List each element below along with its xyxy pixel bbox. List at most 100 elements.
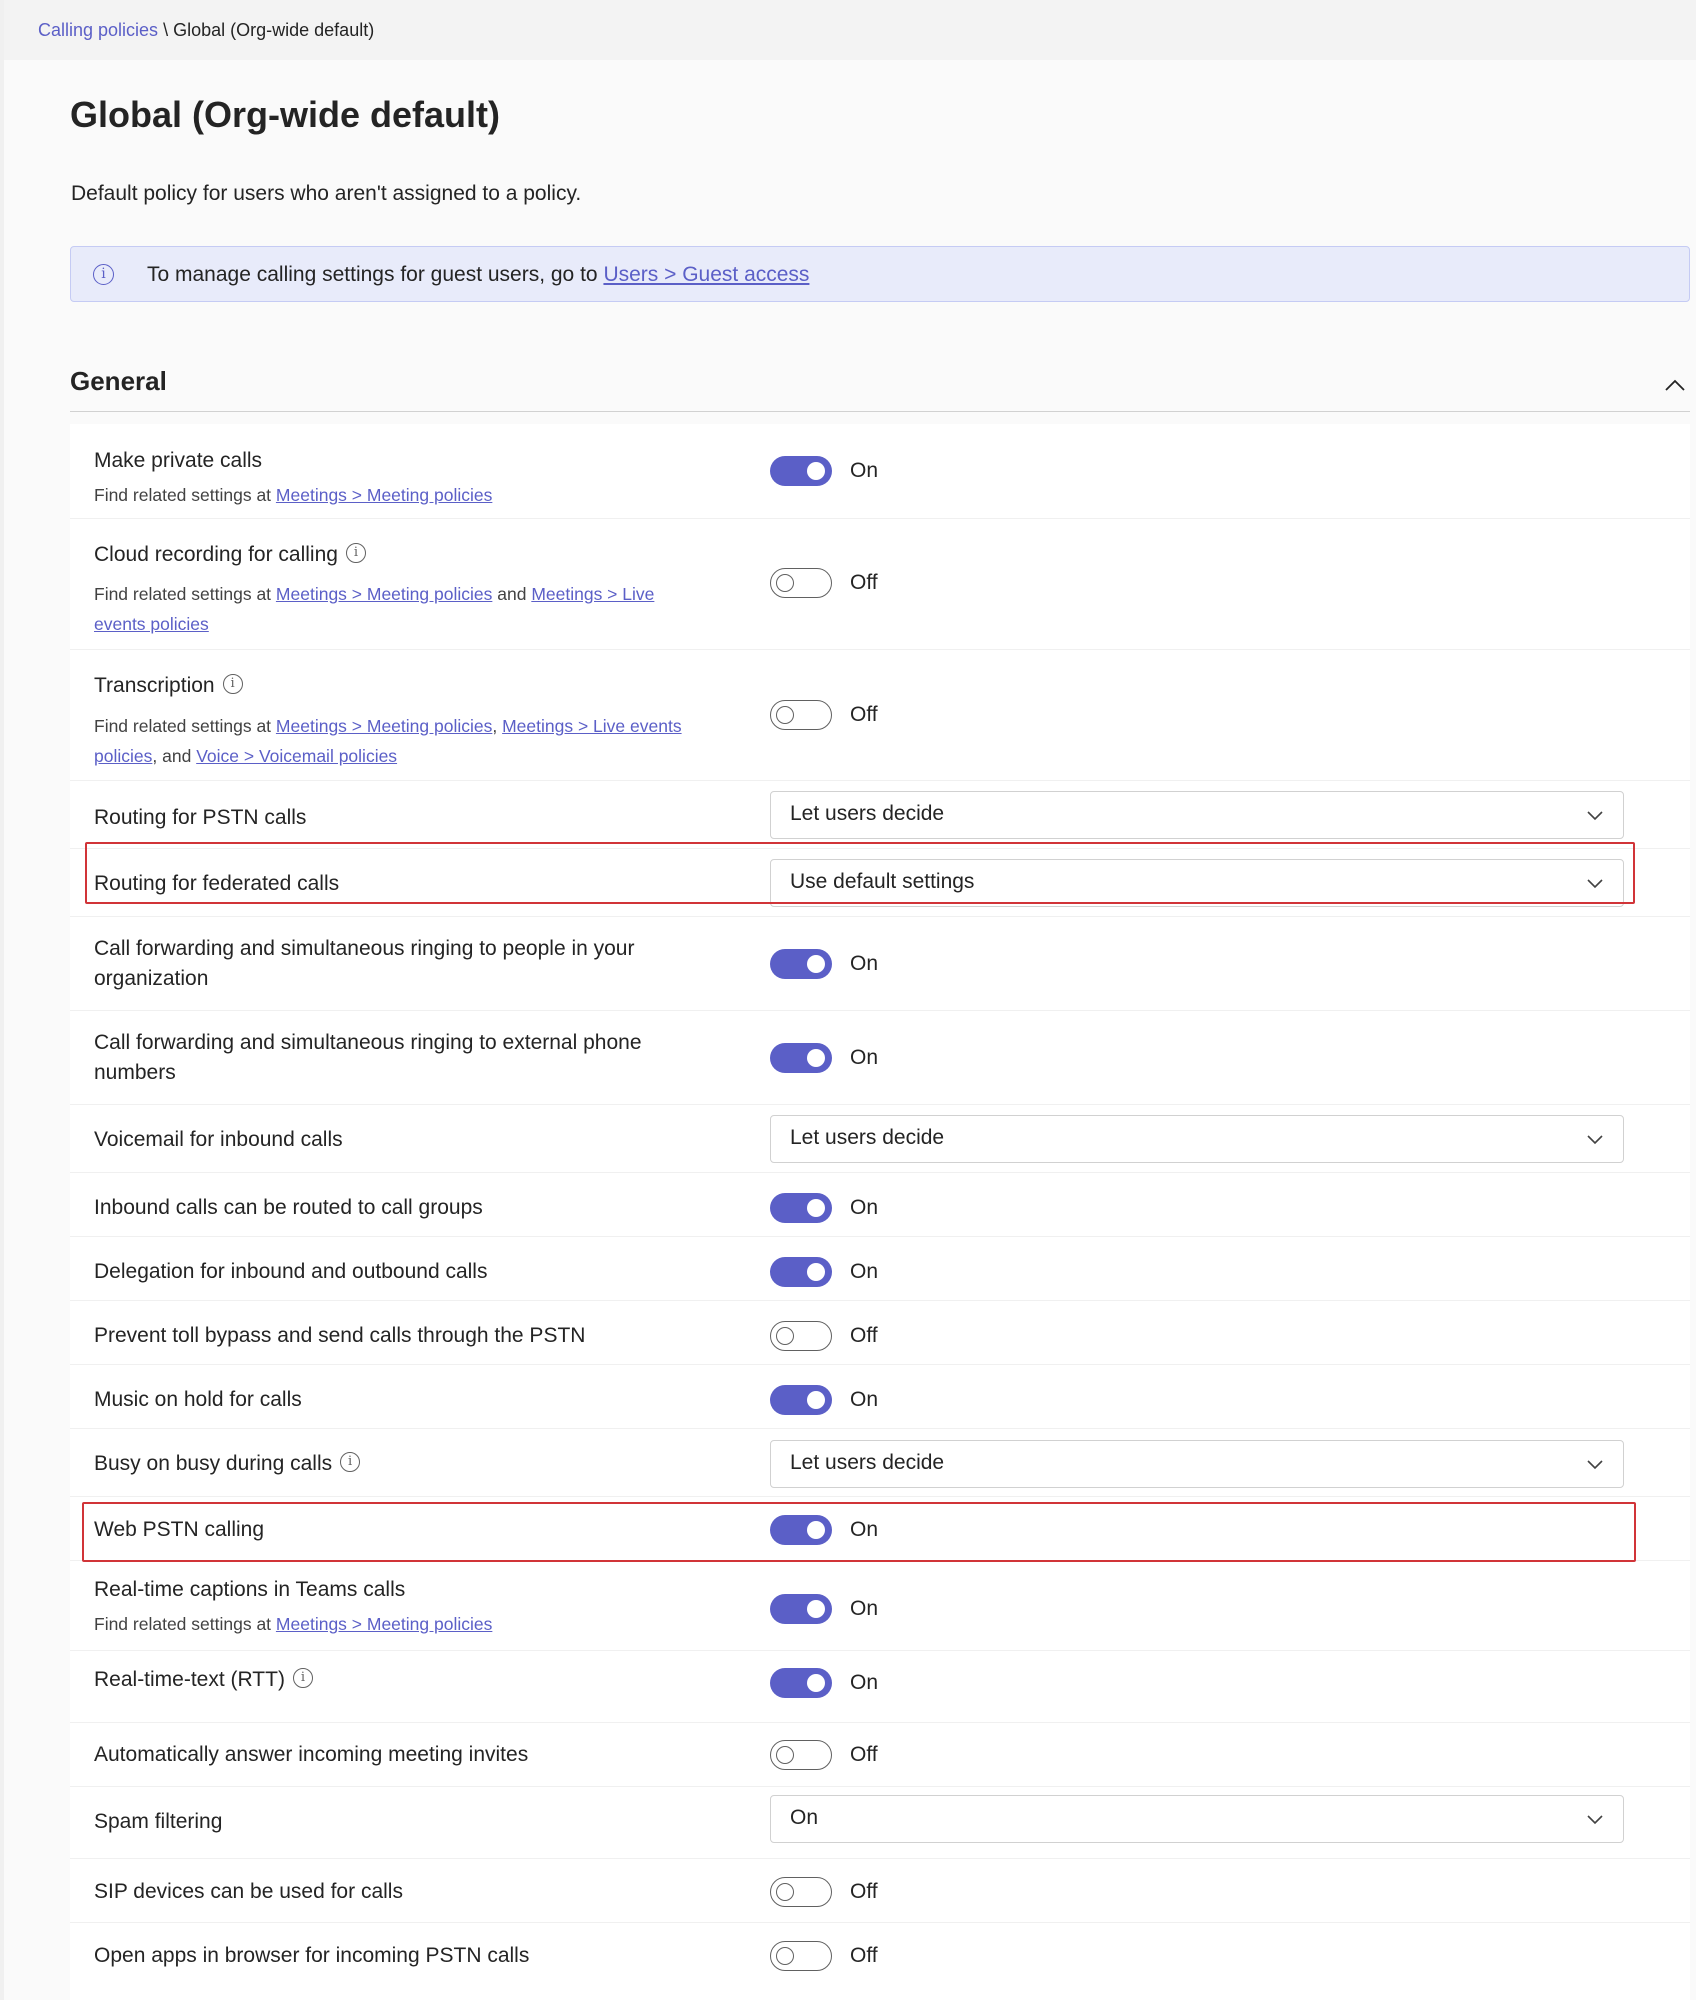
spam-filtering-dropdown[interactable]: On — [770, 1795, 1624, 1843]
music-on-hold-toggle[interactable] — [770, 1385, 832, 1415]
delegation-toggle[interactable] — [770, 1257, 832, 1287]
setting-row-private-calls: Make private calls Find related settings… — [70, 424, 1690, 519]
setting-row-transcription: Transcription i Find related settings at … — [70, 650, 1690, 781]
setting-row-voicemail-inbound: Voicemail for inbound calls Let users de… — [70, 1105, 1690, 1173]
toggle-state: On — [850, 459, 879, 482]
meeting-policies-link[interactable]: Meetings > Meeting policies — [276, 716, 492, 736]
page-description: Default policy for users who aren't assi… — [71, 182, 582, 205]
policy-page: Global (Org-wide default) Default policy… — [4, 60, 1696, 2000]
toggle-state: On — [850, 1260, 879, 1283]
setting-related: Find related settings at Meetings > Meet… — [94, 1614, 493, 1634]
call-groups-toggle[interactable] — [770, 1193, 832, 1223]
dropdown-value: Let users decide — [790, 1126, 945, 1149]
private-calls-toggle[interactable] — [770, 456, 832, 486]
meeting-policies-link[interactable]: Meetings > Meeting policies — [276, 485, 492, 505]
dropdown-value: Let users decide — [790, 802, 945, 825]
breadcrumb-bar: Calling policies \ Global (Org-wide defa… — [4, 0, 1696, 60]
setting-label: Transcription — [94, 674, 215, 697]
info-banner: i To manage calling settings for guest u… — [70, 246, 1690, 302]
page-title: Global (Org-wide default) — [70, 94, 500, 135]
toll-bypass-toggle[interactable] — [770, 1321, 832, 1351]
setting-row-routing-pstn: Routing for PSTN calls Let users decide — [70, 781, 1690, 849]
setting-label: SIP devices can be used for calls — [94, 1880, 403, 1903]
toggle-state: Off — [850, 1880, 878, 1903]
live-events-policies-link-cont[interactable]: events policies — [94, 614, 209, 634]
forwarding-external-toggle[interactable] — [770, 1043, 832, 1073]
meeting-policies-link[interactable]: Meetings > Meeting policies — [276, 1614, 492, 1634]
setting-label: Real-time captions in Teams calls — [94, 1578, 406, 1601]
setting-row-rtt: Real-time-text (RTT) i On — [70, 1651, 1690, 1723]
setting-label: Delegation for inbound and outbound call… — [94, 1260, 488, 1283]
voicemail-inbound-dropdown[interactable]: Let users decide — [770, 1115, 1624, 1163]
setting-label: Inbound calls can be routed to call grou… — [94, 1196, 483, 1219]
info-icon[interactable]: i — [292, 1668, 313, 1689]
section-title-general: General — [70, 366, 167, 396]
voicemail-policies-link[interactable]: Voice > Voicemail policies — [196, 746, 397, 766]
breadcrumb-current: Global (Org-wide default) — [173, 20, 375, 40]
general-settings-card: Make private calls Find related settings… — [70, 424, 1690, 2000]
setting-related: Find related settings at Meetings > Meet… — [94, 716, 682, 766]
auto-answer-toggle[interactable] — [770, 1740, 832, 1770]
setting-row-busy-on-busy: Busy on busy during calls i Let users dec… — [70, 1429, 1690, 1497]
setting-label: Spam filtering — [94, 1810, 223, 1833]
toggle-state: Off — [850, 1324, 878, 1347]
setting-row-toll-bypass: Prevent toll bypass and send calls throu… — [70, 1301, 1690, 1365]
toggle-state: On — [850, 1388, 879, 1411]
setting-row-call-groups: Inbound calls can be routed to call grou… — [70, 1173, 1690, 1237]
breadcrumb-calling-policies-link[interactable]: Calling policies — [38, 20, 158, 40]
setting-label: Open apps in browser for incoming PSTN c… — [94, 1944, 530, 1967]
dropdown-value: Let users decide — [790, 1451, 945, 1474]
routing-pstn-dropdown[interactable]: Let users decide — [770, 791, 1624, 839]
setting-label: Call forwarding and simultaneous ringing… — [94, 937, 635, 990]
breadcrumb: Calling policies \ Global (Org-wide defa… — [38, 20, 374, 41]
setting-row-open-apps: Open apps in browser for incoming PSTN c… — [70, 1923, 1690, 1987]
cloud-recording-toggle[interactable] — [770, 568, 832, 598]
setting-label: Make private calls — [94, 449, 263, 472]
transcription-toggle[interactable] — [770, 700, 832, 730]
info-icon[interactable]: i — [222, 674, 243, 695]
setting-label: Routing for PSTN calls — [94, 806, 307, 829]
setting-label: Cloud recording for calling — [94, 543, 338, 566]
setting-row-delegation: Delegation for inbound and outbound call… — [70, 1237, 1690, 1301]
toggle-state: Off — [850, 571, 878, 594]
toggle-state: On — [850, 1597, 879, 1620]
toggle-state: Off — [850, 1944, 878, 1967]
chevron-up-icon[interactable] — [1662, 372, 1688, 398]
highlight-box-busy-on-busy — [82, 1502, 1636, 1562]
chevron-down-icon — [1587, 811, 1603, 821]
toggle-state: Off — [850, 1743, 878, 1766]
setting-row-music-on-hold: Music on hold for calls On — [70, 1365, 1690, 1429]
info-icon[interactable]: i — [340, 1452, 361, 1473]
toggle-state: Off — [850, 703, 878, 726]
sip-devices-toggle[interactable] — [770, 1877, 832, 1907]
forwarding-internal-toggle[interactable] — [770, 949, 832, 979]
setting-row-captions: Real-time captions in Teams calls Find r… — [70, 1561, 1690, 1651]
setting-row-forwarding-external: Call forwarding and simultaneous ringing… — [70, 1011, 1690, 1105]
info-icon[interactable]: i — [345, 543, 366, 564]
toggle-state: On — [850, 1046, 879, 1069]
setting-label: Call forwarding and simultaneous ringing… — [94, 1031, 642, 1084]
section-divider — [70, 411, 1690, 412]
breadcrumb-separator: \ — [163, 20, 169, 40]
chevron-down-icon — [1587, 1460, 1603, 1470]
live-events-policies-link[interactable]: Meetings > Live events — [502, 716, 681, 736]
banner-text: To manage calling settings for guest use… — [147, 263, 598, 286]
setting-label: Automatically answer incoming meeting in… — [94, 1743, 529, 1766]
dropdown-value: On — [790, 1806, 819, 1829]
setting-label: Prevent toll bypass and send calls throu… — [94, 1324, 586, 1347]
rtt-toggle[interactable] — [770, 1668, 832, 1698]
setting-label: Busy on busy during calls — [94, 1452, 333, 1475]
live-events-policies-link-cont[interactable]: policies — [94, 746, 152, 766]
busy-on-busy-dropdown[interactable]: Let users decide — [770, 1440, 1624, 1488]
open-apps-toggle[interactable] — [770, 1941, 832, 1971]
setting-label: Voicemail for inbound calls — [94, 1128, 343, 1151]
meeting-policies-link[interactable]: Meetings > Meeting policies — [276, 584, 492, 604]
setting-related: Find related settings at Meetings > Meet… — [94, 485, 493, 505]
captions-toggle[interactable] — [770, 1594, 832, 1624]
live-events-policies-link[interactable]: Meetings > Live — [531, 584, 654, 604]
setting-row-forwarding-internal: Call forwarding and simultaneous ringing… — [70, 917, 1690, 1011]
setting-label: Real-time-text (RTT) — [94, 1668, 285, 1691]
toggle-state: On — [850, 952, 879, 975]
setting-row-spam-filtering: Spam filtering On — [70, 1787, 1690, 1859]
guest-access-link[interactable]: Users > Guest access — [603, 263, 809, 286]
